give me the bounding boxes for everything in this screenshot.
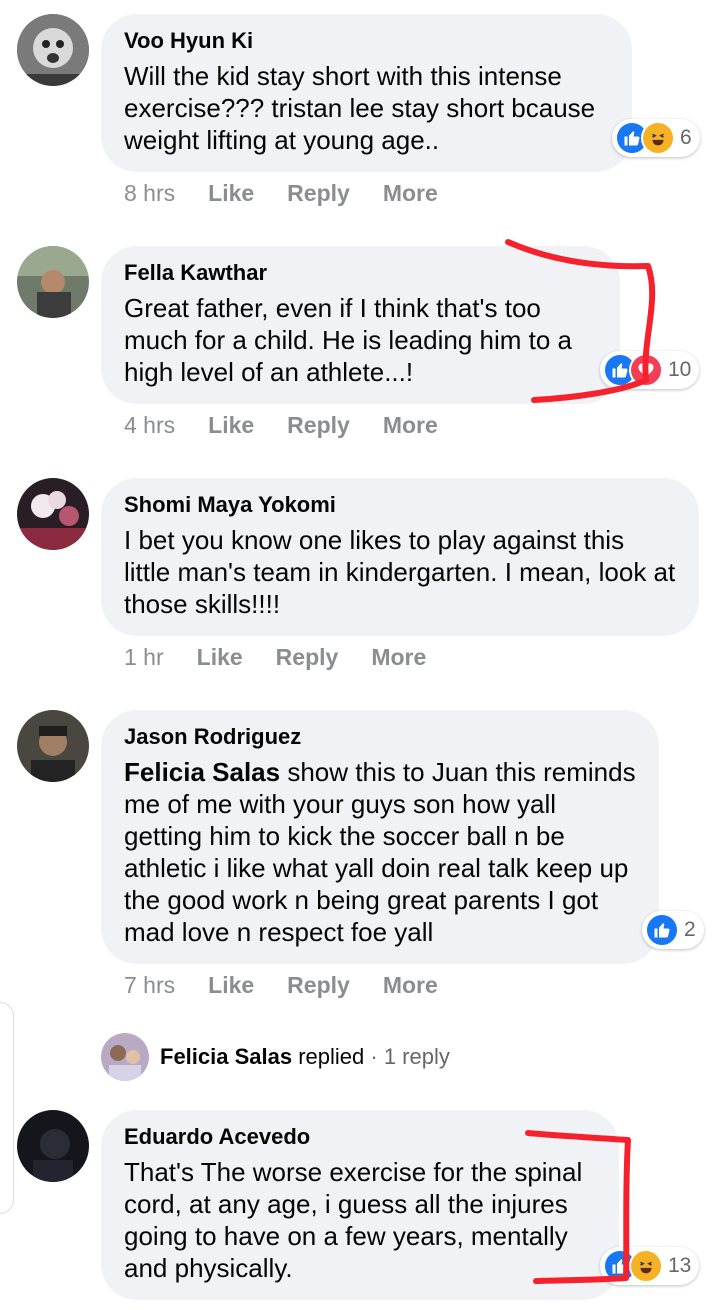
mention-link[interactable]: Felicia Salas bbox=[124, 757, 280, 787]
comment-bubble: Voo Hyun Ki Will the kid stay short with… bbox=[101, 14, 632, 172]
comment-bubble: Fella Kawthar Great father, even if I th… bbox=[101, 246, 620, 404]
reply-count[interactable]: 1 reply bbox=[384, 1044, 450, 1069]
comment-text: I bet you know one likes to play against… bbox=[124, 525, 676, 619]
reaction-summary[interactable]: 6 bbox=[612, 119, 700, 157]
haha-icon bbox=[629, 1249, 663, 1283]
comment-author[interactable]: Shomi Maya Yokomi bbox=[124, 492, 677, 518]
reply-separator: · bbox=[364, 1044, 384, 1069]
comment-actions: 8 hrs Like Reply More bbox=[124, 180, 471, 207]
more-button[interactable]: More bbox=[383, 180, 438, 207]
comment-text: Felicia Salas show this to Juan this rem… bbox=[124, 756, 637, 948]
love-icon bbox=[629, 353, 663, 387]
comment-time[interactable]: 7 hrs bbox=[124, 972, 175, 999]
side-panel-edge bbox=[0, 1002, 14, 1214]
comment-author[interactable]: Voo Hyun Ki bbox=[124, 28, 610, 54]
comment-author[interactable]: Jason Rodriguez bbox=[124, 724, 637, 750]
reaction-count: 10 bbox=[668, 358, 692, 381]
comment-bubble: Jason Rodriguez Felicia Salas show this … bbox=[101, 710, 659, 964]
comment-text: That's The worse exercise for the spinal… bbox=[124, 1157, 583, 1283]
like-icon bbox=[645, 913, 679, 947]
comment-actions: 4 hrs Like Reply More bbox=[124, 412, 471, 439]
more-button[interactable]: More bbox=[383, 972, 438, 999]
reaction-summary[interactable]: 10 bbox=[600, 351, 700, 389]
view-replies-link[interactable]: Felicia Salas replied · 1 reply bbox=[101, 1033, 450, 1081]
reply-summary-text: Felicia Salas replied · 1 reply bbox=[160, 1044, 450, 1070]
reply-button[interactable]: Reply bbox=[287, 972, 350, 999]
comment-text: Will the kid stay short with this intens… bbox=[124, 61, 596, 155]
reply-button[interactable]: Reply bbox=[287, 180, 350, 207]
reaction-count: 2 bbox=[684, 918, 696, 941]
comment-time[interactable]: 4 hrs bbox=[124, 412, 175, 439]
like-button[interactable]: Like bbox=[208, 972, 254, 999]
like-button[interactable]: Like bbox=[197, 644, 243, 671]
comment-time[interactable]: 8 hrs bbox=[124, 180, 175, 207]
comment-actions: 7 hrs Like Reply More bbox=[124, 972, 471, 999]
like-button[interactable]: Like bbox=[208, 412, 254, 439]
comment-author[interactable]: Eduardo Acevedo bbox=[124, 1124, 597, 1150]
reply-button[interactable]: Reply bbox=[276, 644, 339, 671]
avatar[interactable] bbox=[17, 710, 89, 782]
comment-bubble: Shomi Maya Yokomi I bet you know one lik… bbox=[101, 478, 699, 636]
avatar[interactable] bbox=[17, 478, 89, 550]
comment-actions: 1 hr Like Reply More bbox=[124, 644, 459, 671]
comment-text: Great father, even if I think that's too… bbox=[124, 293, 572, 387]
reaction-count: 13 bbox=[668, 1254, 692, 1277]
comment-bubble: Eduardo Acevedo That's The worse exercis… bbox=[101, 1110, 619, 1300]
reaction-summary[interactable]: 2 bbox=[642, 911, 704, 949]
haha-icon bbox=[641, 121, 675, 155]
replier-avatar bbox=[101, 1033, 149, 1081]
avatar[interactable] bbox=[17, 1110, 89, 1182]
more-button[interactable]: More bbox=[383, 412, 438, 439]
reaction-count: 6 bbox=[680, 126, 692, 149]
avatar[interactable] bbox=[17, 246, 89, 318]
replier-name[interactable]: Felicia Salas bbox=[160, 1044, 292, 1069]
comment-author[interactable]: Fella Kawthar bbox=[124, 260, 598, 286]
comment-time[interactable]: 1 hr bbox=[124, 644, 164, 671]
avatar[interactable] bbox=[17, 14, 89, 86]
replied-label: replied bbox=[292, 1044, 365, 1069]
like-button[interactable]: Like bbox=[208, 180, 254, 207]
more-button[interactable]: More bbox=[371, 644, 426, 671]
reply-button[interactable]: Reply bbox=[287, 412, 350, 439]
reaction-summary[interactable]: 13 bbox=[600, 1247, 700, 1285]
